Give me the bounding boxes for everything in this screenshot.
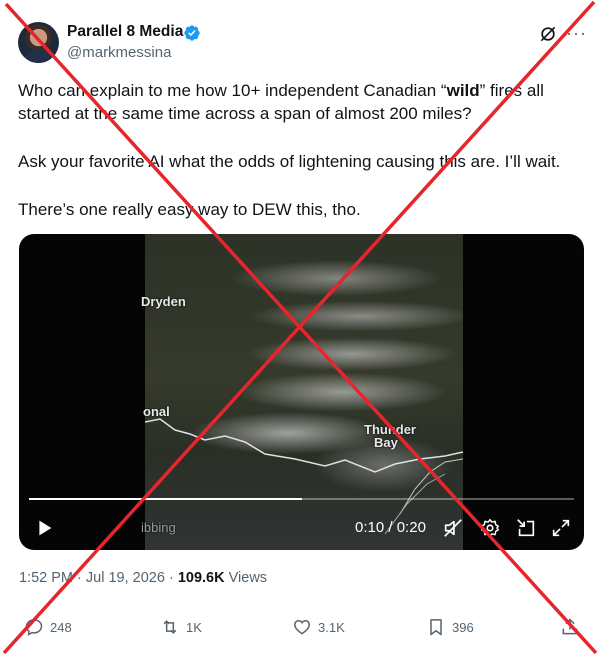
separator-dot: · bbox=[77, 570, 82, 586]
bookmark-button[interactable]: 396 bbox=[426, 617, 474, 637]
map-label-bay: Bay bbox=[374, 435, 398, 450]
tweet-paragraph-3: There’s one really easy way to DEW this,… bbox=[18, 200, 361, 219]
repost-icon bbox=[163, 620, 177, 634]
picture-in-picture-icon[interactable] bbox=[515, 517, 537, 539]
post-date[interactable]: Jul 19, 2026 bbox=[86, 570, 165, 586]
video-player[interactable]: Dryden onal Thunder Bay ibbing 0:10 / 0:… bbox=[19, 234, 584, 550]
share-button[interactable] bbox=[560, 617, 580, 637]
repost-count: 1K bbox=[186, 619, 202, 635]
satellite-image: Dryden onal Thunder Bay ibbing bbox=[141, 234, 463, 550]
border-lines bbox=[145, 418, 463, 535]
like-button[interactable]: 3.1K bbox=[292, 617, 345, 637]
author-name[interactable]: Parallel 8 Media bbox=[67, 23, 183, 41]
reply-count: 248 bbox=[50, 619, 72, 635]
video-progress-fill bbox=[29, 498, 302, 500]
tweet-metadata: 1:52 PM · Jul 19, 2026 · 109.6K Views bbox=[19, 570, 267, 586]
video-progress-bar[interactable] bbox=[29, 498, 574, 500]
bookmark-count: 396 bbox=[452, 619, 474, 635]
repost-button[interactable]: 1K bbox=[160, 617, 202, 637]
more-options-icon[interactable]: ··· bbox=[566, 24, 587, 42]
tweet-paragraph-2: Ask your favorite AI what the odds of li… bbox=[18, 152, 561, 171]
mute-icon[interactable] bbox=[442, 517, 464, 539]
bookmark-icon bbox=[430, 619, 442, 636]
fullscreen-icon[interactable] bbox=[550, 517, 572, 539]
share-icon bbox=[562, 618, 578, 635]
map-label-national: onal bbox=[143, 404, 170, 419]
heart-icon bbox=[294, 619, 310, 635]
tweet-paragraph-1: Who can explain to me how 10+ independen… bbox=[18, 81, 544, 123]
views-label: Views bbox=[228, 570, 268, 586]
duration: 0:20 bbox=[396, 519, 426, 536]
settings-gear-icon[interactable] bbox=[479, 517, 501, 539]
time-separator: / bbox=[388, 519, 393, 536]
reply-icon bbox=[25, 619, 43, 636]
video-time: 0:10 / 0:20 bbox=[355, 519, 426, 536]
action-bar: 248 1K 3.1K 396 bbox=[0, 617, 599, 641]
reply-button[interactable]: 248 bbox=[24, 617, 72, 637]
post-time[interactable]: 1:52 PM bbox=[19, 570, 73, 586]
separator-dot: · bbox=[168, 570, 174, 586]
map-label-dryden: Dryden bbox=[141, 294, 186, 309]
grok-icon[interactable] bbox=[538, 24, 558, 44]
views-count: 109.6K bbox=[177, 570, 225, 586]
like-count: 3.1K bbox=[318, 619, 345, 635]
verified-badge-icon bbox=[184, 25, 200, 41]
current-time: 0:10 bbox=[355, 519, 385, 536]
map-label-gibbing: ibbing bbox=[141, 520, 176, 535]
avatar[interactable] bbox=[18, 22, 59, 63]
tweet-text: Who can explain to me how 10+ independen… bbox=[18, 79, 583, 246]
author-handle[interactable]: @markmessina bbox=[67, 44, 171, 61]
play-icon[interactable] bbox=[33, 517, 55, 539]
